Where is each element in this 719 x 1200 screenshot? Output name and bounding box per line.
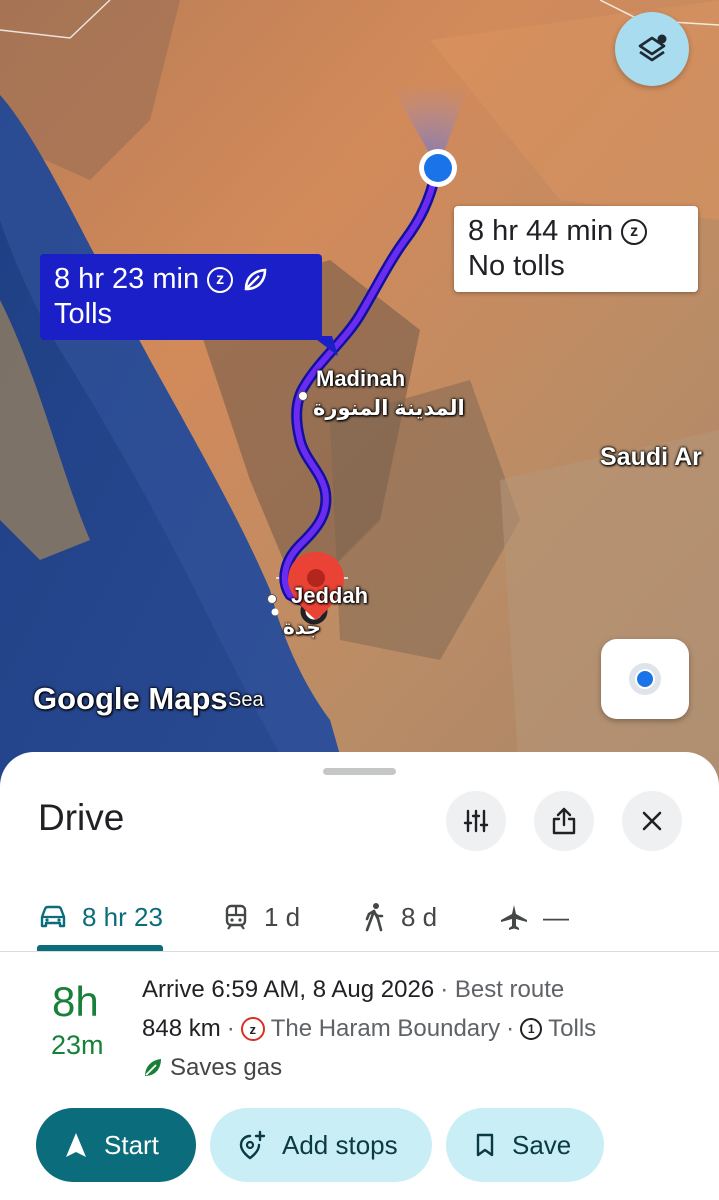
alt-route-duration: 8 hr 44 min <box>468 215 614 247</box>
toll-icon: 1 <box>520 1018 543 1040</box>
start-button[interactable]: Start <box>36 1108 196 1182</box>
restricted-zone-icon: z <box>621 218 648 245</box>
restriction-label: The Haram Boundary <box>270 1015 501 1042</box>
train-icon <box>225 904 247 930</box>
route-duration: 8 hr 23 min <box>54 263 200 295</box>
sliders-icon <box>463 809 489 833</box>
drag-handle[interactable] <box>323 768 396 775</box>
route-distance: 848 km <box>142 1015 221 1042</box>
route-callout-no-tolls[interactable]: 8 hr 44 min z No tolls <box>454 206 698 292</box>
separator: · <box>226 1015 235 1042</box>
route-duration-hours: 8h <box>52 978 99 1025</box>
alt-route-note: No tolls <box>468 250 565 282</box>
add-location-icon <box>239 1130 266 1160</box>
tab-transit[interactable]: 1 d <box>222 882 300 952</box>
navigation-arrow-icon <box>66 1133 86 1157</box>
plane-icon <box>501 905 527 930</box>
directions-sheet: Drive 8 hr 23 1 d 8 d — 8h 23m Arrive 6:… <box>0 752 719 1200</box>
bookmark-icon <box>476 1133 494 1157</box>
travel-mode-tabs: 8 hr 23 1 d 8 d — <box>0 882 719 952</box>
share-button[interactable] <box>534 791 594 851</box>
route-options-button[interactable] <box>446 791 506 851</box>
close-button[interactable] <box>622 791 682 851</box>
tab-drive-label: 8 hr 23 <box>82 901 163 932</box>
tab-flight-label: — <box>543 901 569 932</box>
sea-label: Sea <box>228 689 264 711</box>
walk-icon <box>365 903 384 932</box>
city-label-jeddah-arabic: جدة <box>283 617 321 639</box>
eco-row: Saves gas <box>142 1054 282 1082</box>
share-icon <box>552 807 576 835</box>
callout-pointer <box>312 336 338 356</box>
add-stops-button[interactable]: Add stops <box>210 1108 432 1182</box>
car-icon <box>40 905 66 928</box>
google-maps-watermark: Google Maps <box>33 681 228 716</box>
tab-drive[interactable]: 8 hr 23 <box>38 882 163 952</box>
restricted-zone-icon: z <box>207 266 234 293</box>
arrival-time: Arrive 6:59 AM, 8 Aug 2026 <box>142 976 435 1003</box>
my-location-button[interactable] <box>601 639 689 719</box>
city-label-madinah-arabic: المدينة المنورة <box>313 397 465 420</box>
close-icon <box>642 811 662 831</box>
saves-gas-label: Saves gas <box>170 1054 283 1081</box>
tab-walk-label: 8 d <box>401 901 438 932</box>
add-stops-label: Add stops <box>282 1129 398 1160</box>
layers-button[interactable] <box>615 12 689 86</box>
start-button-label: Start <box>104 1129 159 1160</box>
tab-flight[interactable]: — <box>499 882 569 952</box>
separator: · <box>506 1015 515 1042</box>
best-route-label: · Best route <box>440 976 565 1003</box>
tab-transit-label: 1 d <box>264 901 301 932</box>
tab-walk[interactable]: 8 d <box>361 882 437 952</box>
eco-leaf-icon <box>145 1059 161 1076</box>
country-label: Saudi Ar <box>600 443 702 471</box>
sheet-title: Drive <box>38 797 125 838</box>
layers-icon <box>638 34 667 62</box>
route-callout-tolls[interactable]: 8 hr 23 min z Tolls <box>40 254 322 340</box>
save-label: Save <box>512 1129 572 1160</box>
route-info-row[interactable]: 848 km · z The Haram Boundary · 1 Tolls <box>142 1015 596 1043</box>
save-button[interactable]: Save <box>446 1108 604 1182</box>
city-label-jeddah: Jeddah <box>291 583 369 608</box>
restricted-zone-icon: z <box>240 1017 265 1041</box>
route-duration-minutes: 23m <box>51 1030 104 1060</box>
route-arrival-row[interactable]: Arrive 6:59 AM, 8 Aug 2026 · Best route <box>142 976 564 1004</box>
tolls-label: Tolls <box>548 1015 597 1042</box>
origin-dot <box>424 154 452 182</box>
map-view[interactable]: 8 hr 23 min z Tolls 8 hr 44 min z No tol… <box>0 0 719 790</box>
city-label-madinah: Madinah <box>316 366 406 391</box>
route-note: Tolls <box>54 298 113 330</box>
active-tab-indicator <box>37 945 163 951</box>
eco-leaf-icon <box>241 266 269 294</box>
my-location-icon <box>629 663 661 695</box>
